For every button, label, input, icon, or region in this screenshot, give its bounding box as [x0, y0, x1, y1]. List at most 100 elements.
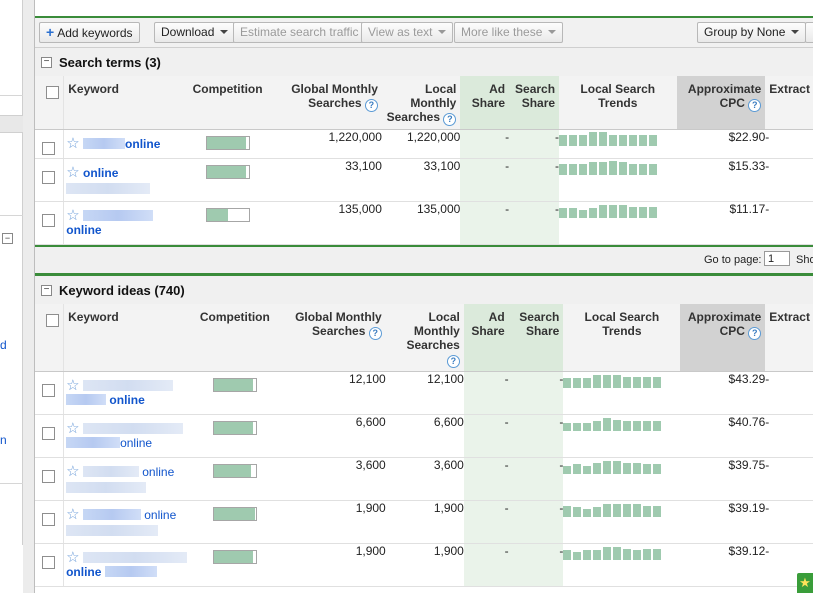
trend-bar: [633, 503, 642, 517]
trend-sparkbar: [559, 204, 658, 218]
more-like-these-button[interactable]: More like these: [454, 22, 564, 43]
star-icon[interactable]: ☆: [66, 421, 79, 436]
competition-fill: [213, 378, 253, 391]
keyword-link[interactable]: online: [144, 508, 176, 522]
help-icon[interactable]: ?: [443, 113, 457, 126]
trend-sparkbar: [563, 417, 662, 431]
ad-share-header[interactable]: Ad Share: [460, 76, 510, 130]
help-icon[interactable]: ?: [748, 99, 762, 112]
local-monthly-header[interactable]: Local Monthly Searches ?: [381, 76, 461, 130]
select-all-checkbox[interactable]: [46, 86, 60, 99]
show-rows-label: Sho: [796, 254, 813, 266]
star-icon[interactable]: ☆: [66, 208, 79, 223]
keyword-link[interactable]: online: [125, 137, 160, 151]
table-row[interactable]: ☆ online 12,100 12,100 - - $43.29 -: [35, 371, 813, 415]
keyword-link[interactable]: online: [109, 393, 144, 407]
approx-cpc-header[interactable]: Approximate CPC ?: [676, 76, 766, 130]
keyword-header-label: Keyword: [68, 82, 119, 96]
collapse-icon[interactable]: −: [2, 233, 13, 244]
keyword-ideas-header: − Keyword ideas (740): [35, 276, 813, 305]
trend-bar: [619, 161, 628, 175]
keyword-link[interactable]: online: [66, 565, 101, 579]
estimate-label: Estimate search traffic: [240, 25, 359, 39]
competition-header[interactable]: Competition: [195, 304, 275, 372]
star-badge-icon[interactable]: ★: [797, 573, 813, 593]
trend-bar: [629, 163, 638, 175]
competition-header[interactable]: Competition: [185, 76, 270, 130]
row-checkbox[interactable]: [42, 512, 55, 526]
trend-bar: [593, 374, 602, 388]
keyword-link[interactable]: online: [120, 436, 152, 450]
collapse-icon[interactable]: −: [41, 285, 52, 296]
row-checkbox[interactable]: [42, 469, 55, 483]
trend-sparkbar: [563, 503, 662, 517]
table-row[interactable]: ☆ online 1,900 1,900 - - $39.19 -: [35, 500, 813, 544]
local-monthly-header[interactable]: Local Monthly Searches?: [385, 304, 464, 372]
star-icon[interactable]: ☆: [66, 165, 79, 180]
search-share-header[interactable]: Search Share: [509, 76, 560, 130]
help-icon[interactable]: ?: [368, 327, 382, 340]
page-number-input[interactable]: 1: [764, 251, 790, 266]
redacted-text: [82, 551, 187, 563]
download-button[interactable]: Download: [154, 22, 236, 43]
left-link-fragment[interactable]: d: [0, 338, 7, 352]
search-share-value: -: [508, 414, 564, 458]
local-searches-value: 135,000: [381, 201, 461, 245]
keyword-link[interactable]: online: [142, 465, 174, 479]
table-row[interactable]: ☆ online 1,220,000 1,220,000 - - $22.90 …: [35, 129, 813, 159]
view-as-text-button[interactable]: View as text: [361, 22, 454, 43]
star-icon[interactable]: ☆: [66, 136, 79, 151]
keyword-header[interactable]: Keyword: [63, 304, 196, 372]
search-share-value: -: [508, 500, 564, 544]
star-icon[interactable]: ☆: [66, 464, 79, 479]
local-searches-value: 33,100: [381, 158, 461, 202]
competition-bar: [205, 135, 250, 150]
star-icon[interactable]: ☆: [66, 378, 79, 393]
redacted-text: [83, 209, 154, 221]
approx-cpc-header[interactable]: Approximate CPC ?: [680, 304, 766, 372]
extract-header[interactable]: Extract: [765, 76, 813, 130]
trend-bar: [623, 376, 632, 388]
search-share-header[interactable]: Search Share: [508, 304, 564, 372]
collapse-icon[interactable]: −: [41, 57, 52, 68]
help-icon[interactable]: ?: [364, 99, 378, 112]
select-all-checkbox[interactable]: [46, 314, 60, 327]
group-by-dropdown[interactable]: Group by None: [697, 22, 807, 43]
ad-share-header[interactable]: Ad Share: [463, 304, 509, 372]
row-checkbox[interactable]: [42, 141, 55, 155]
competition-bar: [205, 164, 250, 179]
table-row[interactable]: ☆ online 3,600 3,600 - - $39.75 -: [35, 457, 813, 501]
row-checkbox[interactable]: [42, 213, 55, 227]
global-monthly-header[interactable]: Global Monthly Searches ?: [269, 76, 382, 130]
add-keywords-button[interactable]: + Add keywords: [39, 22, 140, 43]
star-icon[interactable]: ☆: [66, 550, 79, 565]
help-icon[interactable]: ?: [446, 355, 460, 368]
table-row[interactable]: ☆ online 135,000 135,000 - - $11.17 -: [35, 201, 813, 245]
redacted-text: [66, 393, 107, 405]
overflow-button[interactable]: [805, 22, 813, 43]
redacted-text: [66, 182, 151, 194]
row-checkbox[interactable]: [42, 170, 55, 184]
left-link-fragment[interactable]: n: [0, 433, 7, 447]
local-trends-header[interactable]: Local Search Trends: [563, 304, 681, 372]
global-monthly-header[interactable]: Global Monthly Searches ?: [274, 304, 386, 372]
trend-bar: [563, 505, 572, 517]
trend-bar: [593, 462, 602, 474]
row-checkbox[interactable]: [42, 555, 55, 569]
table-row[interactable]: ☆ online 1,900 1,900 - - $39.12 -: [35, 543, 813, 587]
table-row[interactable]: ☆ online 6,600 6,600 - - $40.76 -: [35, 414, 813, 458]
help-icon[interactable]: ?: [748, 327, 762, 340]
trend-bar: [593, 506, 602, 517]
table-row[interactable]: ☆ online 33,100 33,100 - - $15.33 -: [35, 158, 813, 202]
local-trends-header[interactable]: Local Search Trends: [559, 76, 677, 130]
extract-header[interactable]: Extract: [765, 304, 813, 372]
keyword-header[interactable]: Keyword: [63, 76, 186, 130]
trend-bar: [633, 420, 642, 431]
keyword-link[interactable]: online: [83, 166, 118, 180]
row-checkbox[interactable]: [42, 383, 55, 397]
star-icon[interactable]: ☆: [66, 507, 79, 522]
redacted-text: [82, 379, 173, 391]
keyword-link[interactable]: online: [66, 223, 101, 237]
row-checkbox[interactable]: [42, 426, 55, 440]
estimate-traffic-button[interactable]: Estimate search traffic: [233, 22, 366, 43]
